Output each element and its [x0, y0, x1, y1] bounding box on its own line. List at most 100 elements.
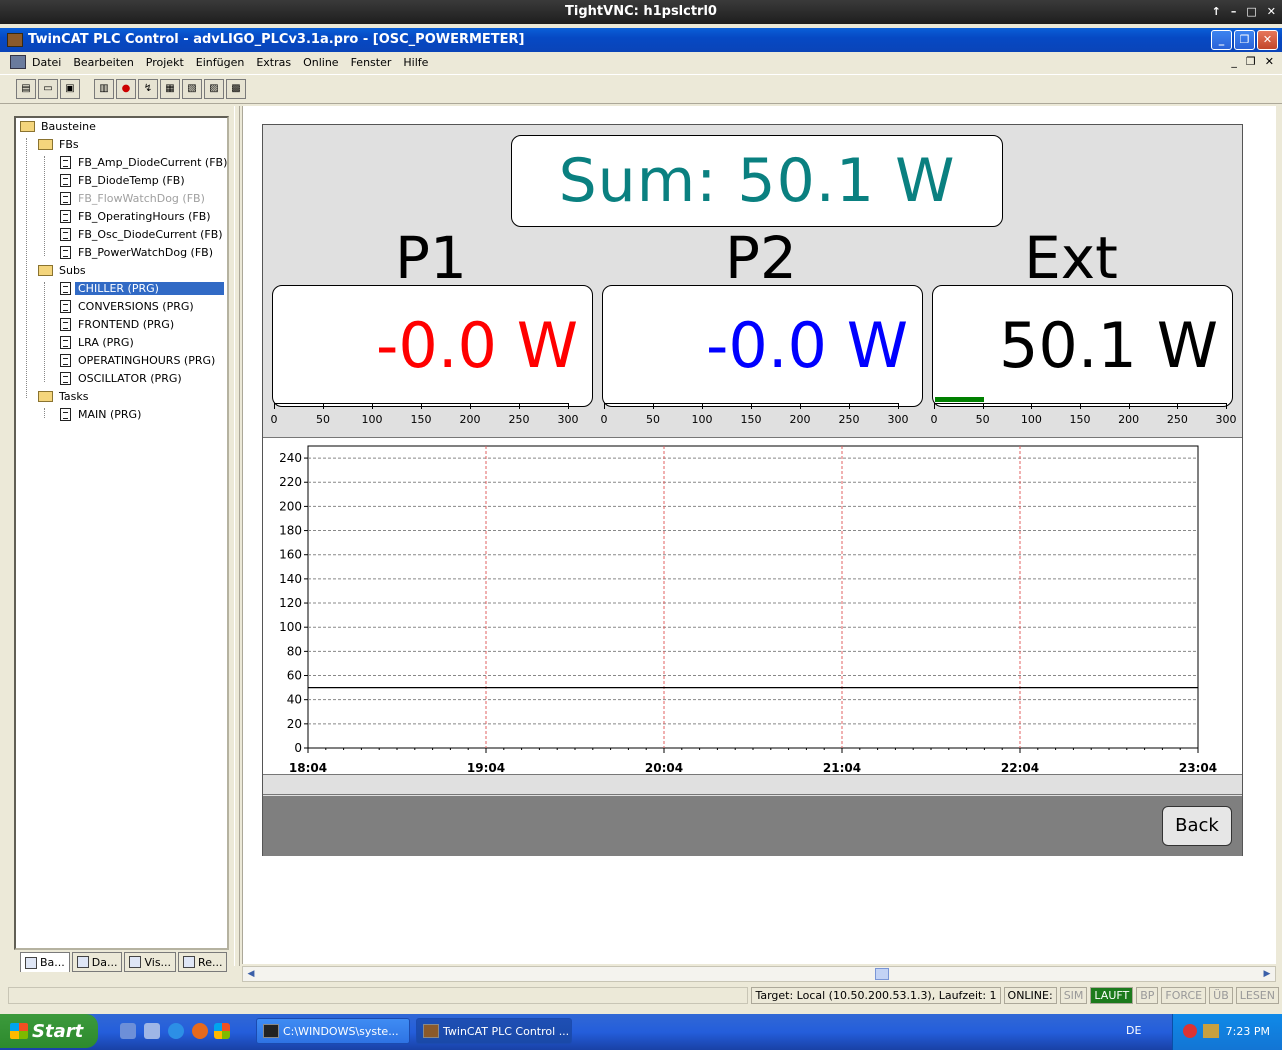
tree-node-bausteine[interactable]: Bausteine: [20, 118, 99, 135]
status-message: [8, 986, 749, 1004]
menu-bearbeiten[interactable]: Bearbeiten: [73, 56, 133, 69]
restore-button[interactable]: ❐: [1234, 30, 1255, 50]
save-icon[interactable]: ▣: [60, 79, 80, 99]
scale-tick: [1080, 403, 1081, 409]
tree-node-fb-operatinghours[interactable]: FB_OperatingHours (FB): [60, 208, 214, 225]
vnc-close-icon[interactable]: ✕: [1267, 0, 1276, 24]
y-tick-label: 160: [279, 548, 302, 562]
scroll-left-icon[interactable]: ◀: [244, 967, 258, 981]
mdi-restore-icon[interactable]: ❐: [1246, 55, 1256, 68]
status-flag-sim: SIM: [1059, 986, 1088, 1004]
menu-extras[interactable]: Extras: [256, 56, 291, 69]
download-icon[interactable]: ▥: [94, 79, 114, 99]
tree-node-conversions[interactable]: CONVERSIONS (PRG): [60, 298, 197, 315]
tree-node-fb-osc-diodecurrent[interactable]: FB_Osc_DiodeCurrent (FB): [60, 226, 226, 243]
pou-document-icon: [60, 300, 71, 313]
tree-node-fbs[interactable]: FBs: [38, 136, 82, 153]
status-online: ONLINE:: [1003, 986, 1057, 1004]
tree-node-main[interactable]: MAIN (PRG): [60, 406, 144, 423]
tree-node-frontend[interactable]: FRONTEND (PRG): [60, 316, 177, 333]
security-shield-icon[interactable]: [1183, 1024, 1197, 1038]
network-icon[interactable]: [1203, 1024, 1219, 1038]
logout-icon[interactable]: ▨: [204, 79, 224, 99]
scroll-thumb[interactable]: [875, 968, 889, 980]
breakpoint-icon[interactable]: ▦: [160, 79, 180, 99]
scale-tick: [323, 403, 324, 409]
tree-node-fb-powerwatchdog[interactable]: FB_PowerWatchDog (FB): [60, 244, 216, 261]
tree-node-oscillator[interactable]: OSCILLATOR (PRG): [60, 370, 185, 387]
tab-bausteine[interactable]: Ba...: [20, 952, 70, 972]
scale-tick-label: 150: [410, 413, 432, 426]
scale-tick-label: 200: [459, 413, 481, 426]
build-icon[interactable]: ▩: [226, 79, 246, 99]
tree-node-subs[interactable]: Subs: [38, 262, 89, 279]
horizontal-scrollbar[interactable]: ◀ ▶: [242, 966, 1276, 982]
vnc-minimize-icon[interactable]: –: [1231, 0, 1237, 24]
mdi-close-icon[interactable]: ✕: [1265, 55, 1274, 68]
firefox-icon[interactable]: [192, 1023, 208, 1039]
menu-hilfe[interactable]: Hilfe: [403, 56, 428, 69]
language-indicator[interactable]: DE: [1126, 1024, 1141, 1037]
tree-node-lra[interactable]: LRA (PRG): [60, 334, 137, 351]
tree-node-chiller[interactable]: CHILLER (PRG): [60, 280, 224, 297]
cmd-icon: [263, 1024, 279, 1038]
scale-tick-label: 200: [789, 413, 811, 426]
windows-media-icon[interactable]: [214, 1023, 230, 1039]
back-button[interactable]: Back: [1162, 806, 1232, 846]
menu-online[interactable]: Online: [303, 56, 338, 69]
scale-tick: [568, 403, 569, 409]
internet-explorer-icon[interactable]: [168, 1023, 184, 1039]
menu-einfuegen[interactable]: Einfügen: [196, 56, 245, 69]
new-file-icon[interactable]: ▤: [16, 79, 36, 99]
scale-tick-label: 50: [316, 413, 330, 426]
scroll-right-icon[interactable]: ▶: [1260, 967, 1274, 981]
x-tick-label: 22:04: [1001, 761, 1039, 775]
vnc-up-icon[interactable]: ↑: [1212, 0, 1221, 24]
taskbar-twincat-button[interactable]: TwinCAT PLC Control ...: [416, 1018, 572, 1044]
tree-node-tasks[interactable]: Tasks: [38, 388, 91, 405]
mdi-minimize-icon[interactable]: _: [1231, 55, 1237, 68]
scale-tick: [1031, 403, 1033, 409]
tree-node-label: Subs: [59, 264, 86, 277]
tree-node-label: Tasks: [59, 390, 89, 403]
pou-document-icon: [60, 336, 71, 349]
p1-label: P1: [395, 224, 467, 292]
folder-icon: [38, 139, 53, 150]
object-tabs: Ba... Da... Vis... Re...: [14, 952, 232, 974]
open-folder-icon[interactable]: ▭: [38, 79, 58, 99]
p1-scale: 0 50 100 150 200 250 300: [271, 403, 579, 429]
menu-fenster[interactable]: Fenster: [351, 56, 392, 69]
tab-ressourcen[interactable]: Re...: [178, 952, 228, 972]
menu-projekt[interactable]: Projekt: [146, 56, 184, 69]
ext-level-bar: [935, 397, 984, 402]
minimize-button[interactable]: _: [1211, 30, 1232, 50]
button-band: Back: [263, 796, 1242, 856]
taskbar-cmd-button[interactable]: C:\WINDOWS\syste...: [256, 1018, 410, 1044]
step-icon[interactable]: ↯: [138, 79, 158, 99]
panel-splitter[interactable]: [234, 106, 240, 966]
scale-tick: [421, 403, 422, 409]
tree-node-label: FB_OperatingHours (FB): [78, 210, 211, 223]
recycle-icon[interactable]: [144, 1023, 160, 1039]
show-desktop-icon[interactable]: [120, 1023, 136, 1039]
menu-datei[interactable]: Datei: [32, 56, 61, 69]
tab-visualisierungen[interactable]: Vis...: [124, 952, 177, 972]
pou-tab-icon: [25, 956, 37, 969]
scale-tick: [751, 403, 752, 409]
tree-node-operatinghours[interactable]: OPERATINGHOURS (PRG): [60, 352, 218, 369]
login-icon[interactable]: ▧: [182, 79, 202, 99]
scale-tick: [604, 403, 605, 409]
start-button[interactable]: Start: [0, 1014, 98, 1048]
tree-node-fb-diodetemp[interactable]: FB_DiodeTemp (FB): [60, 172, 188, 189]
scale-tick: [372, 403, 373, 409]
close-button[interactable]: ✕: [1257, 30, 1278, 50]
document-system-menu-icon[interactable]: [10, 55, 26, 69]
tree-node-fb-amp-diodecurrent[interactable]: FB_Amp_DiodeCurrent (FB): [60, 154, 230, 171]
tab-datentypen[interactable]: Da...: [71, 952, 123, 972]
tree-node-fb-flowwatchdog[interactable]: FB_FlowWatchDog (FB): [60, 190, 208, 207]
stop-icon[interactable]: ●: [116, 79, 136, 99]
tree-node-label: FBs: [59, 138, 79, 151]
pou-document-icon: [60, 210, 71, 223]
window-title: TwinCAT PLC Control - advLIGO_PLCv3.1a.p…: [28, 32, 525, 47]
vnc-maximize-icon[interactable]: □: [1246, 0, 1256, 24]
